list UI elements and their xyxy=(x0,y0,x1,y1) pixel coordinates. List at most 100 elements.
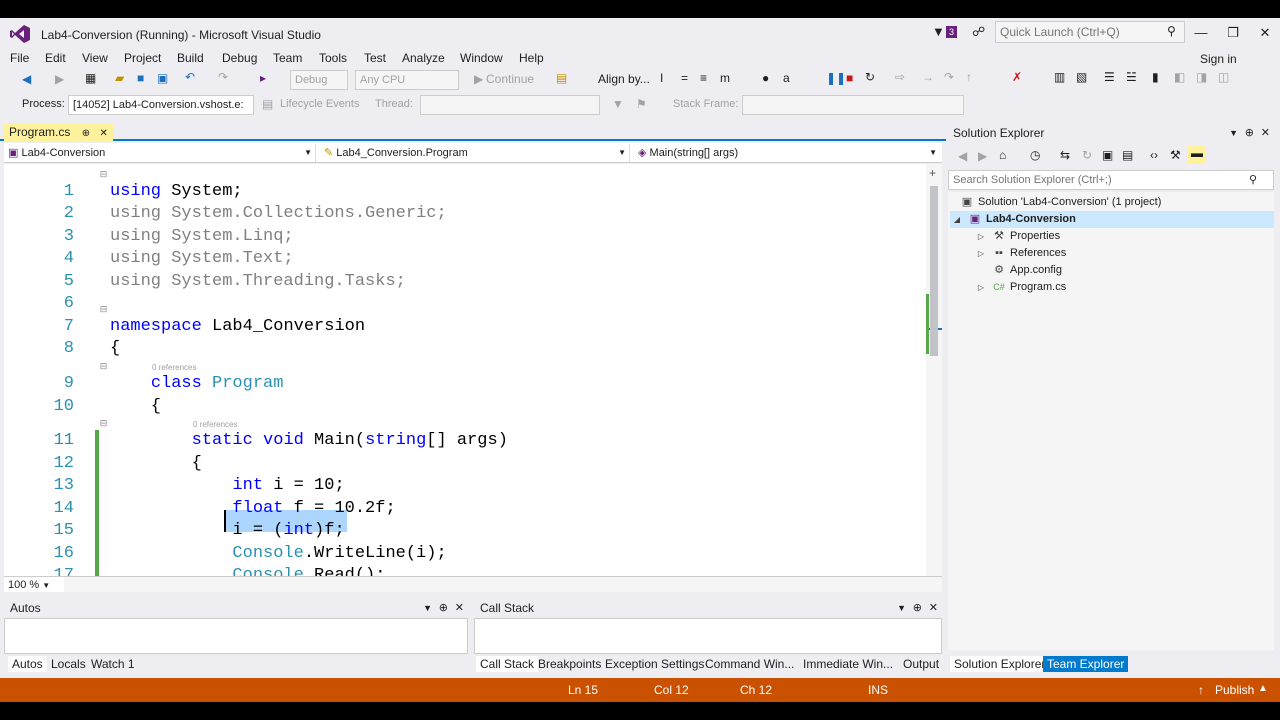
comment-icon[interactable]: ☰ xyxy=(1104,70,1115,84)
undo-icon[interactable]: ↶ xyxy=(185,70,195,84)
hex-icon[interactable]: ▥ xyxy=(1054,70,1065,84)
forward-icon[interactable]: ▶ xyxy=(978,149,987,163)
threads-icon[interactable]: ▧ xyxy=(1076,70,1087,84)
scroll-thumb[interactable] xyxy=(930,186,938,356)
collapse-icon[interactable]: ⊟ xyxy=(99,419,108,428)
process-select[interactable]: [14052] Lab4-Conversion.vshost.e: xyxy=(68,95,254,115)
menu-edit[interactable]: Edit xyxy=(45,51,66,65)
menu-build[interactable]: Build xyxy=(177,51,204,65)
close-window-button[interactable]: ✕ xyxy=(1250,22,1280,44)
platform-select[interactable]: Any CPU xyxy=(355,70,459,90)
save-icon[interactable]: ■ xyxy=(137,71,144,85)
menu-analyze[interactable]: Analyze xyxy=(402,51,445,65)
properties-wrench-icon[interactable]: ⚒ xyxy=(1170,148,1181,162)
pin-icon[interactable]: ⊕ xyxy=(1245,123,1254,143)
notifications-flag-icon[interactable]: ▼ xyxy=(932,24,945,39)
menu-test[interactable]: Test xyxy=(364,51,386,65)
text-cursor-icon[interactable]: I xyxy=(660,71,663,85)
collapsed-arrow-icon[interactable]: ▷ xyxy=(974,229,988,245)
tree-item-project[interactable]: ◢ ▣ Lab4-Conversion xyxy=(950,211,1274,228)
tab-solution-explorer[interactable]: Solution Explorer xyxy=(950,656,1050,672)
menu-team[interactable]: Team xyxy=(273,51,302,65)
flag-threads-icon[interactable]: ⚑ xyxy=(636,97,647,111)
tab-breakpoints[interactable]: Breakpoints xyxy=(538,656,601,672)
refresh-icon[interactable]: ↻ xyxy=(1082,148,1092,162)
open-file-icon[interactable]: ▰ xyxy=(115,71,124,85)
chevron-down-icon[interactable]: ▼ xyxy=(423,598,432,618)
quick-launch-input[interactable] xyxy=(996,22,1161,42)
uncomment-icon[interactable]: ☱ xyxy=(1126,70,1137,84)
configuration-select[interactable]: Debug xyxy=(290,70,348,90)
stack-frame-select[interactable] xyxy=(742,95,964,115)
sign-in-link[interactable]: Sign in xyxy=(1200,52,1237,66)
project-dropdown[interactable]: ▣ Lab4-Conversion ▼ xyxy=(4,144,316,162)
vertical-scrollbar[interactable]: + xyxy=(926,164,942,576)
back-icon[interactable]: ◀ xyxy=(22,72,31,86)
publish-chevron-icon[interactable]: ▲ xyxy=(1258,683,1268,694)
search-icon[interactable]: ⚲ xyxy=(1167,24,1176,38)
pause-icon[interactable]: ❚❚ xyxy=(826,71,846,85)
pin-icon[interactable]: ⊕ xyxy=(439,598,448,618)
redo-icon[interactable]: ↷ xyxy=(218,70,228,84)
show-all-files-icon[interactable]: ▤ xyxy=(1122,148,1133,162)
thread-select[interactable] xyxy=(420,95,600,115)
solution-search-input[interactable] xyxy=(949,171,1239,189)
publish-arrow-icon[interactable]: ↑ xyxy=(1198,683,1204,697)
tab-locals[interactable]: Locals xyxy=(51,656,86,672)
menu-debug[interactable]: Debug xyxy=(222,51,257,65)
menu-file[interactable]: File xyxy=(10,51,29,65)
minimize-button[interactable]: — xyxy=(1186,22,1216,44)
new-project-icon[interactable]: ▦ xyxy=(85,71,96,85)
menu-tools[interactable]: Tools xyxy=(319,51,347,65)
align-by-button[interactable]: Align by... xyxy=(598,72,650,86)
close-tab-icon[interactable]: ✕ xyxy=(99,128,107,139)
close-icon[interactable]: ✕ xyxy=(1261,123,1270,143)
tab-autos[interactable]: Autos xyxy=(8,656,47,672)
clear-bookmarks-icon[interactable]: ◫ xyxy=(1218,70,1229,84)
tab-team-explorer[interactable]: Team Explorer xyxy=(1043,656,1129,672)
step-out-icon[interactable]: ↑ xyxy=(966,70,972,84)
preview-selected-icon[interactable]: ▬ xyxy=(1188,146,1206,164)
horizontal-scrollbar[interactable] xyxy=(64,576,942,592)
continue-button[interactable]: Continue xyxy=(486,72,534,86)
view-code-icon[interactable]: ‹› xyxy=(1150,148,1158,162)
tree-item-program-cs[interactable]: ▷ C# Program.cs xyxy=(974,279,1066,296)
tree-item-solution[interactable]: ▣ Solution 'Lab4-Conversion' (1 project) xyxy=(960,194,1162,210)
class-dropdown[interactable]: ✎ Lab4_Conversion.Program ▼ xyxy=(320,144,630,162)
feedback-icon[interactable]: ☍ xyxy=(972,24,985,40)
collapse-all-icon[interactable]: ▣ xyxy=(1102,148,1113,162)
process-icon[interactable]: ▤ xyxy=(556,71,567,85)
lifecycle-events-button[interactable]: Lifecycle Events xyxy=(280,98,359,110)
publish-button[interactable]: Publish xyxy=(1215,683,1254,697)
start-icon[interactable]: ▸ xyxy=(260,71,266,85)
code-editor[interactable]: ⊟ ⊟ ⊟ ⊟ 1 using System; 2 using System.Col… xyxy=(4,164,942,576)
menu-project[interactable]: Project xyxy=(124,51,161,65)
restart-icon[interactable]: ↻ xyxy=(865,70,875,84)
align-m-icon[interactable]: m xyxy=(720,71,730,85)
close-icon[interactable]: ✕ xyxy=(929,598,938,618)
tree-item-references[interactable]: ▷ ▪▪ References xyxy=(974,245,1066,262)
tab-output[interactable]: Output xyxy=(903,656,939,672)
chevron-down-icon[interactable]: ▼ xyxy=(1229,123,1238,143)
show-next-statement-icon[interactable]: ⇨ xyxy=(895,70,905,84)
member-dropdown[interactable]: ◈ Main(string[] args) ▼ xyxy=(634,144,940,162)
align-ab-icon[interactable]: a xyxy=(783,71,790,85)
tree-item-app-config[interactable]: ⚙ App.config xyxy=(992,262,1062,278)
back-icon[interactable]: ◀ xyxy=(958,149,967,163)
double-equal-icon[interactable]: ≡ xyxy=(700,71,707,85)
collapsed-arrow-icon[interactable]: ▷ xyxy=(974,280,988,296)
collapsed-arrow-icon[interactable]: ▷ xyxy=(974,246,988,262)
menu-view[interactable]: View xyxy=(82,51,108,65)
expanded-arrow-icon[interactable]: ◢ xyxy=(950,212,964,228)
pin-icon[interactable]: ⊕ xyxy=(82,128,90,139)
equal-icon[interactable]: = xyxy=(681,71,688,85)
step-over-icon[interactable]: ↷ xyxy=(944,70,954,84)
tree-item-properties[interactable]: ▷ ⚒ Properties xyxy=(974,228,1060,245)
collapse-icon[interactable]: ⊟ xyxy=(99,362,108,371)
codelens-references[interactable]: 0 references xyxy=(193,420,237,429)
codelens-references[interactable]: 0 references xyxy=(152,363,196,372)
collapse-icon[interactable]: ⊟ xyxy=(99,170,108,179)
menu-window[interactable]: Window xyxy=(460,51,503,65)
bookmark-icon[interactable]: ▮ xyxy=(1152,70,1159,84)
tab-call-stack[interactable]: Call Stack xyxy=(476,656,539,672)
